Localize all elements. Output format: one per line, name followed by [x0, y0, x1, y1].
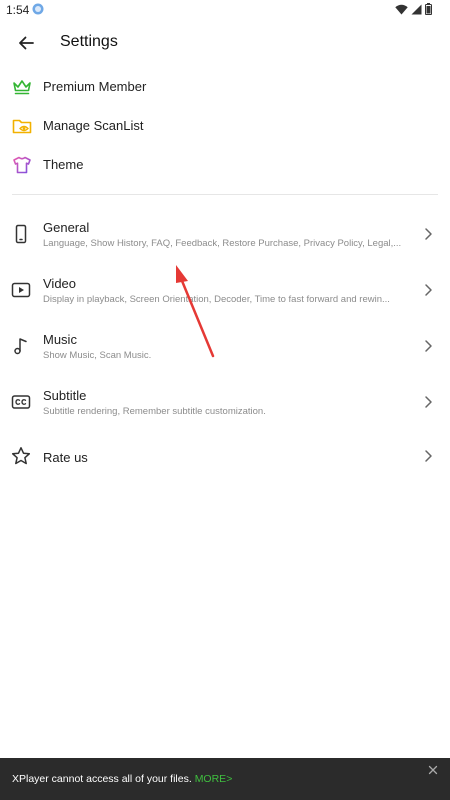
- app-notification-icon: [32, 3, 44, 15]
- status-time: 1:54: [6, 3, 30, 17]
- general-description: Language, Show History, FAQ, Feedback, R…: [43, 238, 402, 249]
- chevron-right-icon: [425, 396, 432, 408]
- subtitle-setting[interactable]: Subtitle Subtitle rendering, Remember su…: [0, 376, 450, 428]
- rate-us-title: Rate us: [43, 450, 88, 465]
- star-icon: [11, 447, 31, 465]
- signal-icon: [411, 4, 422, 14]
- status-bar: 1:54: [0, 0, 450, 20]
- phone-icon: [15, 224, 27, 244]
- snackbar-message: XPlayer cannot access all of your files.: [12, 773, 192, 785]
- tshirt-icon: [13, 156, 31, 174]
- subtitle-title: Subtitle: [43, 388, 87, 403]
- music-description: Show Music, Scan Music.: [43, 350, 152, 361]
- chevron-right-icon: [425, 340, 432, 352]
- close-icon[interactable]: [428, 765, 438, 775]
- chevron-right-icon: [425, 284, 432, 296]
- video-setting[interactable]: Video Display in playback, Screen Orient…: [0, 264, 450, 316]
- music-note-icon: [14, 338, 27, 355]
- manage-scanlist-item[interactable]: Manage ScanList: [0, 107, 450, 145]
- battery-icon: [425, 3, 432, 15]
- app-bar: Settings: [0, 20, 450, 66]
- chevron-right-icon: [425, 228, 432, 240]
- more-link[interactable]: MORE>: [195, 773, 233, 785]
- general-setting[interactable]: General Language, Show History, FAQ, Fee…: [0, 208, 450, 260]
- video-title: Video: [43, 276, 77, 291]
- premium-member-item[interactable]: Premium Member: [0, 68, 450, 106]
- manage-scanlist-label: Manage ScanList: [43, 118, 144, 133]
- status-icons: [395, 3, 432, 15]
- permission-snackbar: XPlayer cannot access all of your files.…: [0, 758, 450, 800]
- theme-item[interactable]: Theme: [0, 146, 450, 184]
- theme-label: Theme: [43, 157, 84, 172]
- video-icon: [11, 282, 31, 298]
- video-description: Display in playback, Screen Orientation,…: [43, 294, 390, 305]
- crown-icon: [13, 80, 31, 95]
- snackbar-text: XPlayer cannot access all of your files.…: [12, 773, 232, 785]
- subtitle-description: Subtitle rendering, Remember subtitle cu…: [43, 406, 266, 417]
- premium-member-label: Premium Member: [43, 79, 147, 94]
- chevron-right-icon: [425, 450, 432, 462]
- wifi-icon: [395, 4, 408, 14]
- general-title: General: [43, 220, 90, 235]
- page-title: Settings: [60, 33, 118, 50]
- section-divider: [12, 194, 438, 195]
- music-title: Music: [43, 332, 77, 347]
- folder-eye-icon: [12, 119, 32, 134]
- arrow-left-icon: [19, 36, 34, 50]
- rate-us-setting[interactable]: Rate us: [0, 432, 450, 484]
- back-button[interactable]: [12, 30, 40, 56]
- cc-icon: [11, 395, 31, 409]
- music-setting[interactable]: Music Show Music, Scan Music.: [0, 320, 450, 372]
